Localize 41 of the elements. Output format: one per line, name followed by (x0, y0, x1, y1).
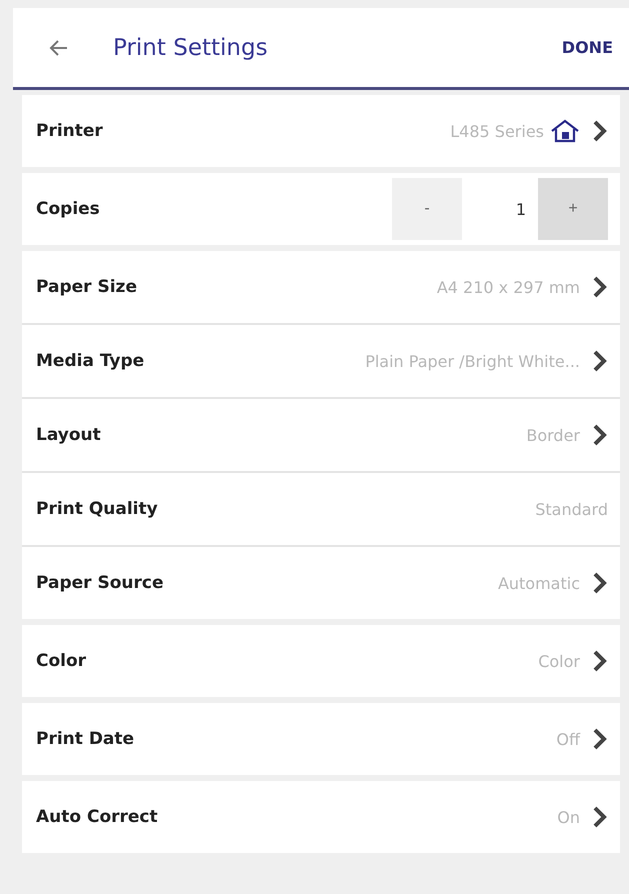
house-icon (550, 119, 580, 143)
setting-label: Auto Correct (36, 807, 158, 827)
setting-label: Printer (36, 121, 103, 141)
page-title: Print Settings (113, 34, 268, 60)
setting-label: Layout (36, 425, 101, 445)
setting-label: Paper Size (36, 277, 137, 297)
setting-value: Automatic (496, 574, 580, 592)
chevron-right-icon (592, 275, 608, 299)
settings-row[interactable]: Color Color (22, 625, 620, 697)
setting-label: Color (36, 651, 86, 671)
chevron-right-icon (592, 423, 608, 447)
chevron-right-icon (592, 349, 608, 373)
copies-value: 1 (514, 200, 527, 218)
setting-label: Print Date (36, 729, 134, 749)
settings-row[interactable]: Paper Source Automatic (22, 547, 620, 619)
settings-row[interactable]: Auto Correct On (22, 781, 620, 853)
settings-row[interactable]: Print Date Off (22, 703, 620, 775)
settings-row[interactable]: Media Type Plain Paper /Bright White... (22, 325, 620, 397)
setting-value: Plain Paper /Bright White... (364, 352, 580, 370)
increment-button[interactable]: + (538, 178, 608, 240)
settings-row[interactable]: Paper Size A4 210 x 297 mm (22, 251, 620, 323)
chevron-right-icon (592, 805, 608, 829)
setting-value: Color (537, 652, 580, 670)
chevron-right-icon (592, 649, 608, 673)
setting-value: A4 210 x 297 mm (436, 278, 580, 296)
setting-label: Paper Source (36, 573, 164, 593)
setting-label: Print Quality (36, 499, 158, 519)
setting-value: L485 Series (449, 122, 544, 140)
setting-value: Off (555, 730, 580, 748)
decrement-button[interactable]: - (392, 178, 462, 240)
chevron-right-icon (592, 571, 608, 595)
setting-label: Media Type (36, 351, 144, 371)
chevron-right-icon (592, 727, 608, 751)
done-button[interactable]: DONE (562, 38, 613, 57)
setting-value: Border (525, 426, 580, 444)
setting-value: On (556, 808, 580, 826)
setting-label: Copies (36, 199, 100, 219)
setting-value: Standard (534, 500, 608, 518)
settings-row[interactable]: Layout Border (22, 399, 620, 471)
settings-row[interactable]: Printer L485 Series (22, 95, 620, 167)
chevron-right-icon (592, 119, 608, 143)
